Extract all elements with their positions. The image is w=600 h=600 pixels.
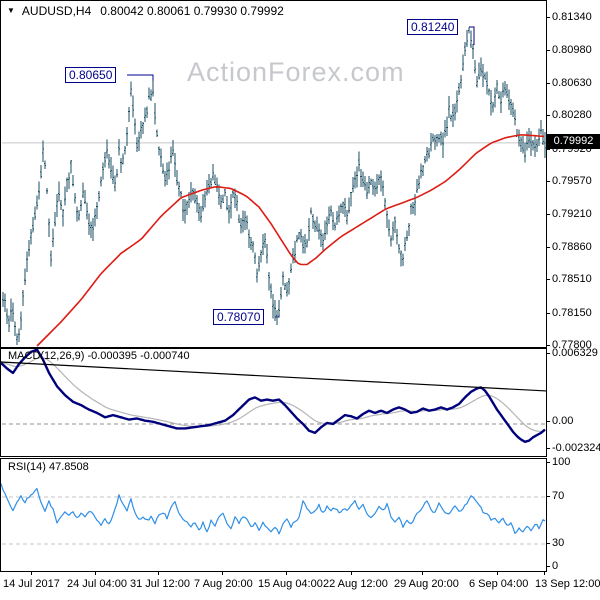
price-chart-svg <box>2 26 546 347</box>
y-axis-label: 0.77800 <box>552 339 592 351</box>
macd-chart-svg <box>1 349 546 444</box>
y-axis-label: 0.80280 <box>552 109 592 121</box>
y-axis-label: 0.79570 <box>552 175 592 187</box>
y-axis-label: 0.00 <box>552 415 574 427</box>
y-axis-label: 70 <box>552 490 565 502</box>
rsi-label: RSI(14) 47.8508 <box>8 461 89 473</box>
y-axis-label: 100 <box>552 456 571 468</box>
y-axis-label: 0.78860 <box>552 241 592 253</box>
swing-price-annotation: 0.80650 <box>65 67 117 83</box>
x-axis-label: 31 Jul 12:00 <box>130 578 190 590</box>
current-price-tag: 0.79992 <box>547 134 600 149</box>
x-axis-label: 29 Aug 20:00 <box>394 578 459 590</box>
swing-price-annotation: 0.78070 <box>213 309 265 325</box>
y-axis-label: 0.006329 <box>552 347 598 359</box>
macd-panel: MACD(12,26,9) -0.000395 -0.000740 <box>0 348 547 457</box>
x-axis-label: 14 Jul 2017 <box>3 578 60 590</box>
x-axis-label: 6 Sep 04:00 <box>469 578 529 590</box>
y-axis-label: -0.002324 <box>552 442 600 454</box>
y-axis-label: 0.81340 <box>552 11 592 23</box>
y-axis-label: 0.78150 <box>552 307 592 319</box>
symbol-dropdown-icon[interactable]: ▼ <box>7 6 15 15</box>
ohlc-values: 0.80042 0.80061 0.79930 0.79992 <box>100 4 284 18</box>
x-axis-label: 24 Jul 04:00 <box>67 578 127 590</box>
forex-chart-window: ActionForex.com ▼ AUDUSD,H4 0.80042 0.8006… <box>0 0 600 600</box>
x-axis-label: 7 Aug 20:00 <box>194 578 253 590</box>
rsi-chart-svg <box>1 483 546 545</box>
y-axis-label: 0.79210 <box>552 208 592 220</box>
swing-price-annotation: 0.81240 <box>407 19 459 35</box>
y-axis-label: 0.80980 <box>552 44 592 56</box>
x-axis-label: 22 Aug 12:00 <box>323 578 388 590</box>
x-axis-label: 13 Sep 12:00 <box>535 578 600 590</box>
macd-label: MACD(12,26,9) -0.000395 -0.000740 <box>8 350 190 362</box>
y-axis-label: 0.78510 <box>552 273 592 285</box>
y-axis-label: 30 <box>552 537 565 549</box>
rsi-panel: RSI(14) 47.8508 <box>0 458 547 572</box>
y-axis-label: 0.80630 <box>552 77 592 89</box>
symbol-label: AUDUSD,H4 <box>21 4 92 18</box>
y-axis-label: 0 <box>552 560 559 572</box>
price-panel: ActionForex.com ▼ AUDUSD,H4 0.80042 0.8006… <box>0 0 547 348</box>
chart-title: ▼ AUDUSD,H4 0.80042 0.80061 0.79930 0.7999… <box>7 4 284 18</box>
x-axis-label: 15 Aug 04:00 <box>258 578 323 590</box>
